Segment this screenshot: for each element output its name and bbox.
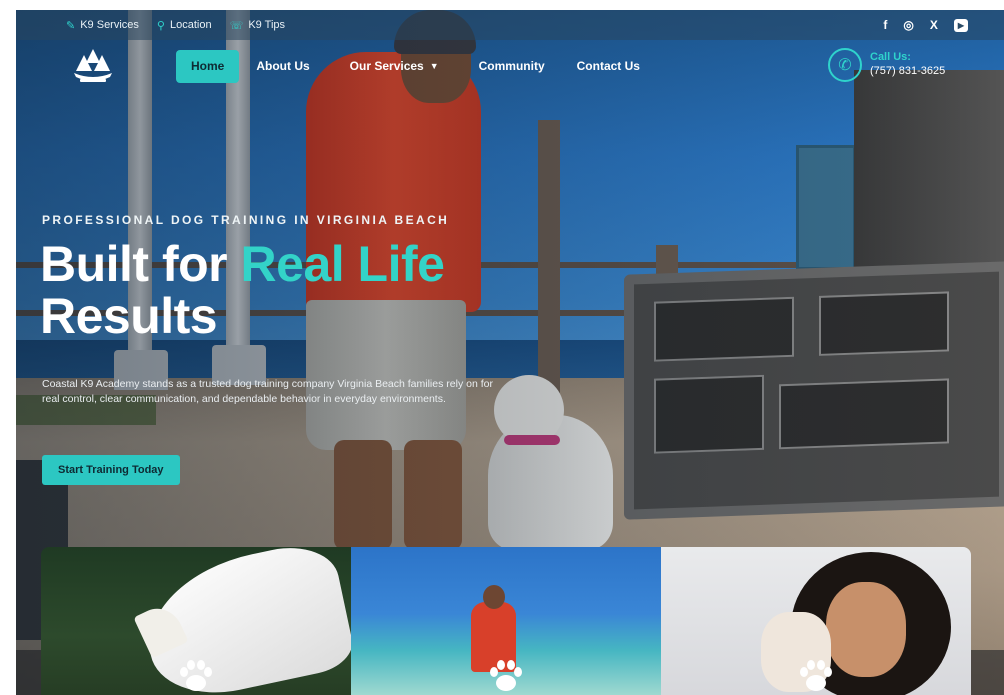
hero-headline: Built for Real Life Results (40, 236, 445, 344)
nav-about-us[interactable]: About Us (241, 50, 324, 83)
x-icon[interactable]: X (930, 18, 938, 32)
nav-contact-us[interactable]: Contact Us (562, 50, 655, 83)
top-link-k9-tips[interactable]: ☏ K9 Tips (230, 19, 285, 32)
hero-eyebrow: PROFESSIONAL DOG TRAINING IN VIRGINIA BE… (42, 213, 450, 227)
top-link-label: K9 Tips (248, 19, 286, 31)
phone-icon: ✆ (828, 48, 862, 82)
location-pin-icon: ⚲ (156, 19, 165, 32)
headline-accent: Real Life (240, 236, 445, 292)
feature-card[interactable] (41, 547, 351, 695)
top-link-k9-services[interactable]: ✎ K9 Services (66, 19, 139, 32)
top-link-location[interactable]: ⚲ Location (157, 19, 212, 32)
social-links: f ◎ X ▶ (883, 18, 968, 32)
nav-menu: Home About Us Our Services ▼ Community C… (176, 50, 655, 83)
feature-card[interactable] (351, 547, 661, 695)
headline-part1: Built for (40, 236, 241, 292)
top-bar: ✎ K9 Services ⚲ Location ☏ K9 Tips f ◎ X… (16, 10, 1004, 40)
top-links: ✎ K9 Services ⚲ Location ☏ K9 Tips (66, 19, 285, 32)
youtube-icon[interactable]: ▶ (953, 18, 968, 32)
nav-contact-us-label: Contact Us (576, 59, 640, 73)
call-us-box[interactable]: ✆ Call Us: (757) 831-3625 (828, 48, 945, 82)
woman-face (826, 582, 906, 677)
nav-community[interactable]: Community (464, 50, 560, 83)
nav-about-us-label: About Us (256, 59, 310, 73)
headline-part2: Results (40, 288, 218, 344)
nav-our-services-label: Our Services (349, 59, 424, 73)
hero-section: ✎ K9 Services ⚲ Location ☏ K9 Tips f ◎ X… (16, 10, 1004, 695)
hero-description: Coastal K9 Academy stands as a trusted d… (42, 378, 493, 405)
call-us-text: Call Us: (757) 831-3625 (870, 51, 945, 79)
paw-icon (800, 660, 832, 691)
feature-cards (41, 547, 971, 695)
top-link-label: K9 Services (80, 19, 139, 31)
paw-icon (490, 660, 522, 691)
nav-home-label: Home (191, 59, 225, 73)
instagram-icon[interactable]: ◎ (903, 18, 913, 32)
start-training-button[interactable]: Start Training Today (42, 455, 180, 485)
nav-our-services[interactable]: Our Services ▼ (335, 50, 454, 83)
trainer-head (483, 585, 505, 609)
main-navbar: Home About Us Our Services ▼ Community C… (16, 40, 1004, 95)
facebook-icon[interactable]: f (883, 18, 887, 32)
paw-icon: ✎ (66, 19, 76, 32)
site-logo[interactable] (66, 45, 120, 89)
nav-home[interactable]: Home (176, 50, 240, 83)
caret-down-icon: ▼ (429, 61, 439, 71)
phone-icon: ☏ (229, 19, 244, 32)
paw-icon (180, 660, 212, 691)
top-link-label: Location (169, 19, 212, 31)
call-us-label: Call Us: (870, 51, 911, 64)
feature-card[interactable] (661, 547, 971, 695)
call-us-number[interactable]: (757) 831-3625 (870, 65, 945, 79)
nav-community-label: Community (478, 59, 545, 73)
